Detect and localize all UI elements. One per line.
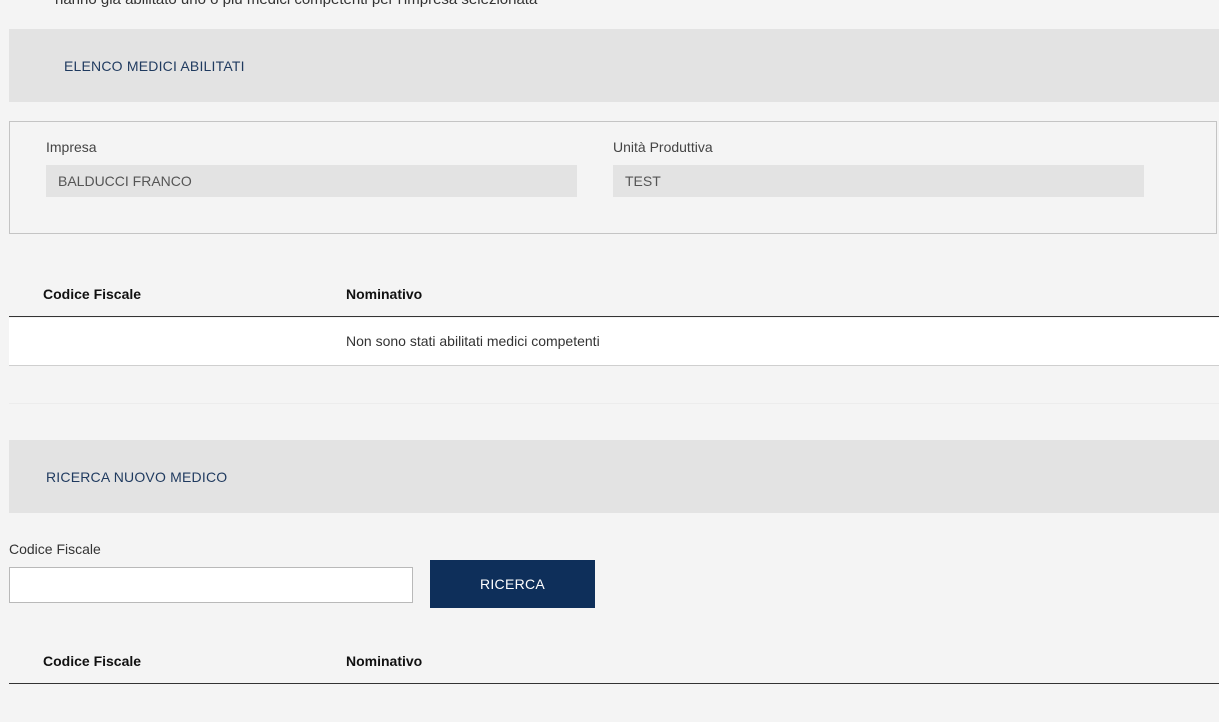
table-header-divider bbox=[9, 316, 1219, 317]
search-button[interactable]: RICERCA bbox=[430, 560, 595, 608]
results-column-header-nominativo: Nominativo bbox=[346, 653, 423, 669]
unit-field: TEST bbox=[613, 165, 1144, 197]
search-doctor-title: RICERCA NUOVO MEDICO bbox=[46, 469, 228, 485]
results-column-header-codice-fiscale: Codice Fiscale bbox=[43, 653, 142, 669]
column-header-codice-fiscale: Codice Fiscale bbox=[43, 286, 142, 302]
impresa-label: Impresa bbox=[46, 139, 97, 155]
results-header-divider bbox=[9, 683, 1219, 684]
codice-fiscale-label: Codice Fiscale bbox=[9, 541, 101, 557]
unit-label: Unità Produttiva bbox=[613, 139, 713, 155]
codice-fiscale-input[interactable] bbox=[9, 567, 413, 603]
column-header-nominativo: Nominativo bbox=[346, 286, 423, 302]
search-doctor-section-header: RICERCA NUOVO MEDICO bbox=[9, 440, 1219, 513]
clipped-intro-text: hanno già abilitato uno o più medici com… bbox=[55, 0, 537, 8]
enabled-doctors-section-header: ELENCO MEDICI ABILITATI bbox=[9, 29, 1219, 102]
table-row-empty: Non sono stati abilitati medici competen… bbox=[9, 318, 1219, 366]
enabled-doctors-title: ELENCO MEDICI ABILITATI bbox=[64, 58, 245, 74]
empty-table-message: Non sono stati abilitati medici competen… bbox=[346, 333, 600, 349]
section-divider bbox=[9, 403, 1219, 404]
impresa-field: BALDUCCI FRANCO bbox=[46, 165, 577, 197]
